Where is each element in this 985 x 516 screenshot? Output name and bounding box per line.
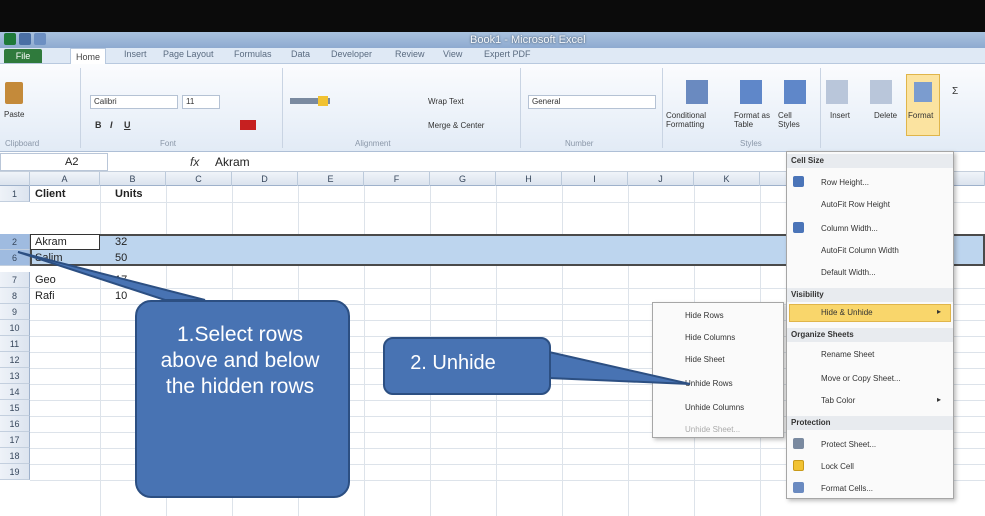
callout-step-2-text: 2. Unhide: [410, 352, 496, 374]
callout-step-1-text: 1.Select rows above and below the hidden…: [160, 323, 320, 398]
callout-2-pointer: [548, 350, 691, 385]
callout-1-pointer: [17, 251, 206, 301]
